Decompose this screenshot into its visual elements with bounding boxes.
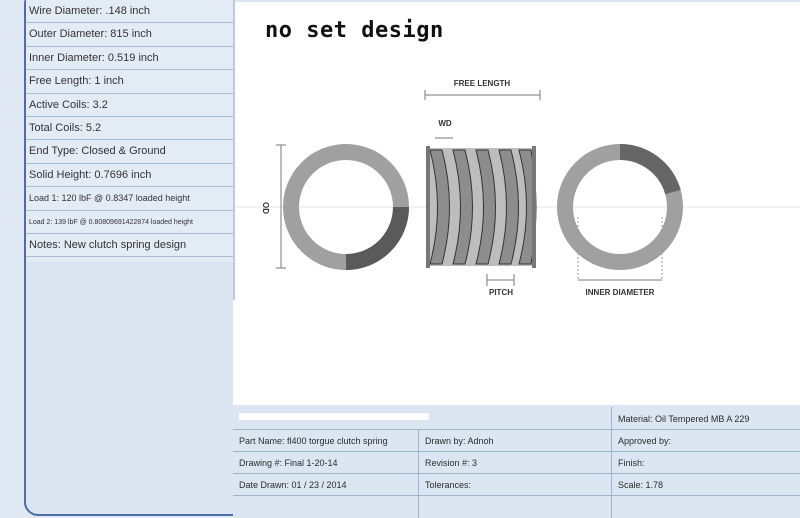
spec-notes: Notes: New clutch spring design <box>26 234 233 258</box>
spec-load-1: Load 1: 120 lbF @ 0.8347 loaded height <box>26 187 233 211</box>
revision-field: Revision #: 3 <box>425 458 478 468</box>
date-drawn-field: Date Drawn: 01 / 23 / 2014 <box>239 480 347 490</box>
spring-side-view <box>426 146 537 268</box>
approved-by-field: Approved by: <box>618 436 672 446</box>
spec-inner-diameter: Inner Diameter: 0.519 inch <box>26 47 233 71</box>
spec-outer-diameter: Outer Diameter: 815 inch <box>26 23 233 47</box>
drawn-by-field: Drawn by: Adnoh <box>425 436 494 446</box>
material-field: Material: Oil Tempered MB A 229 <box>618 414 750 424</box>
spec-solid-height: Solid Height: 0.7696 inch <box>26 164 233 188</box>
spring-drawing: OD FREE LENGTH WD PITCH INNER DIAMETER <box>235 79 800 297</box>
spec-end-type: End Type: Closed & Ground <box>26 140 233 164</box>
free-length-label: FREE LENGTH <box>454 79 511 88</box>
part-name-field: Part Name: fl400 torgue clutch spring <box>239 436 388 446</box>
tolerances-field: Tolerances: <box>425 480 472 490</box>
drawing-number-field: Drawing #: Final 1-20-14 <box>239 458 338 468</box>
title-block: Material: Oil Tempered MB A 229 Part Nam… <box>233 407 800 518</box>
spec-free-length: Free Length: 1 inch <box>26 70 233 94</box>
wd-label: WD <box>438 119 452 128</box>
sidebar-footer <box>26 262 233 302</box>
spec-total-coils: Total Coils: 5.2 <box>26 117 233 141</box>
spec-wire-diameter: Wire Diameter: .148 inch <box>26 0 233 24</box>
ring-shade-left <box>345 206 409 270</box>
inner-diameter-label: INNER DIAMETER <box>586 288 655 297</box>
spec-load-2: Load 2: 139 lbF @ 0.80809691422874 loade… <box>26 211 233 234</box>
ring-shade-right <box>619 143 681 195</box>
finish-field: Finish: <box>618 458 645 468</box>
scale-field: Scale: 1.78 <box>618 480 664 490</box>
blank-header-strip <box>239 413 429 420</box>
od-label: OD <box>261 202 270 214</box>
pitch-label: PITCH <box>489 288 513 297</box>
spec-sidebar: Wire Diameter: .148 inch Outer Diameter:… <box>26 0 233 262</box>
spec-active-coils: Active Coils: 3.2 <box>26 94 233 117</box>
